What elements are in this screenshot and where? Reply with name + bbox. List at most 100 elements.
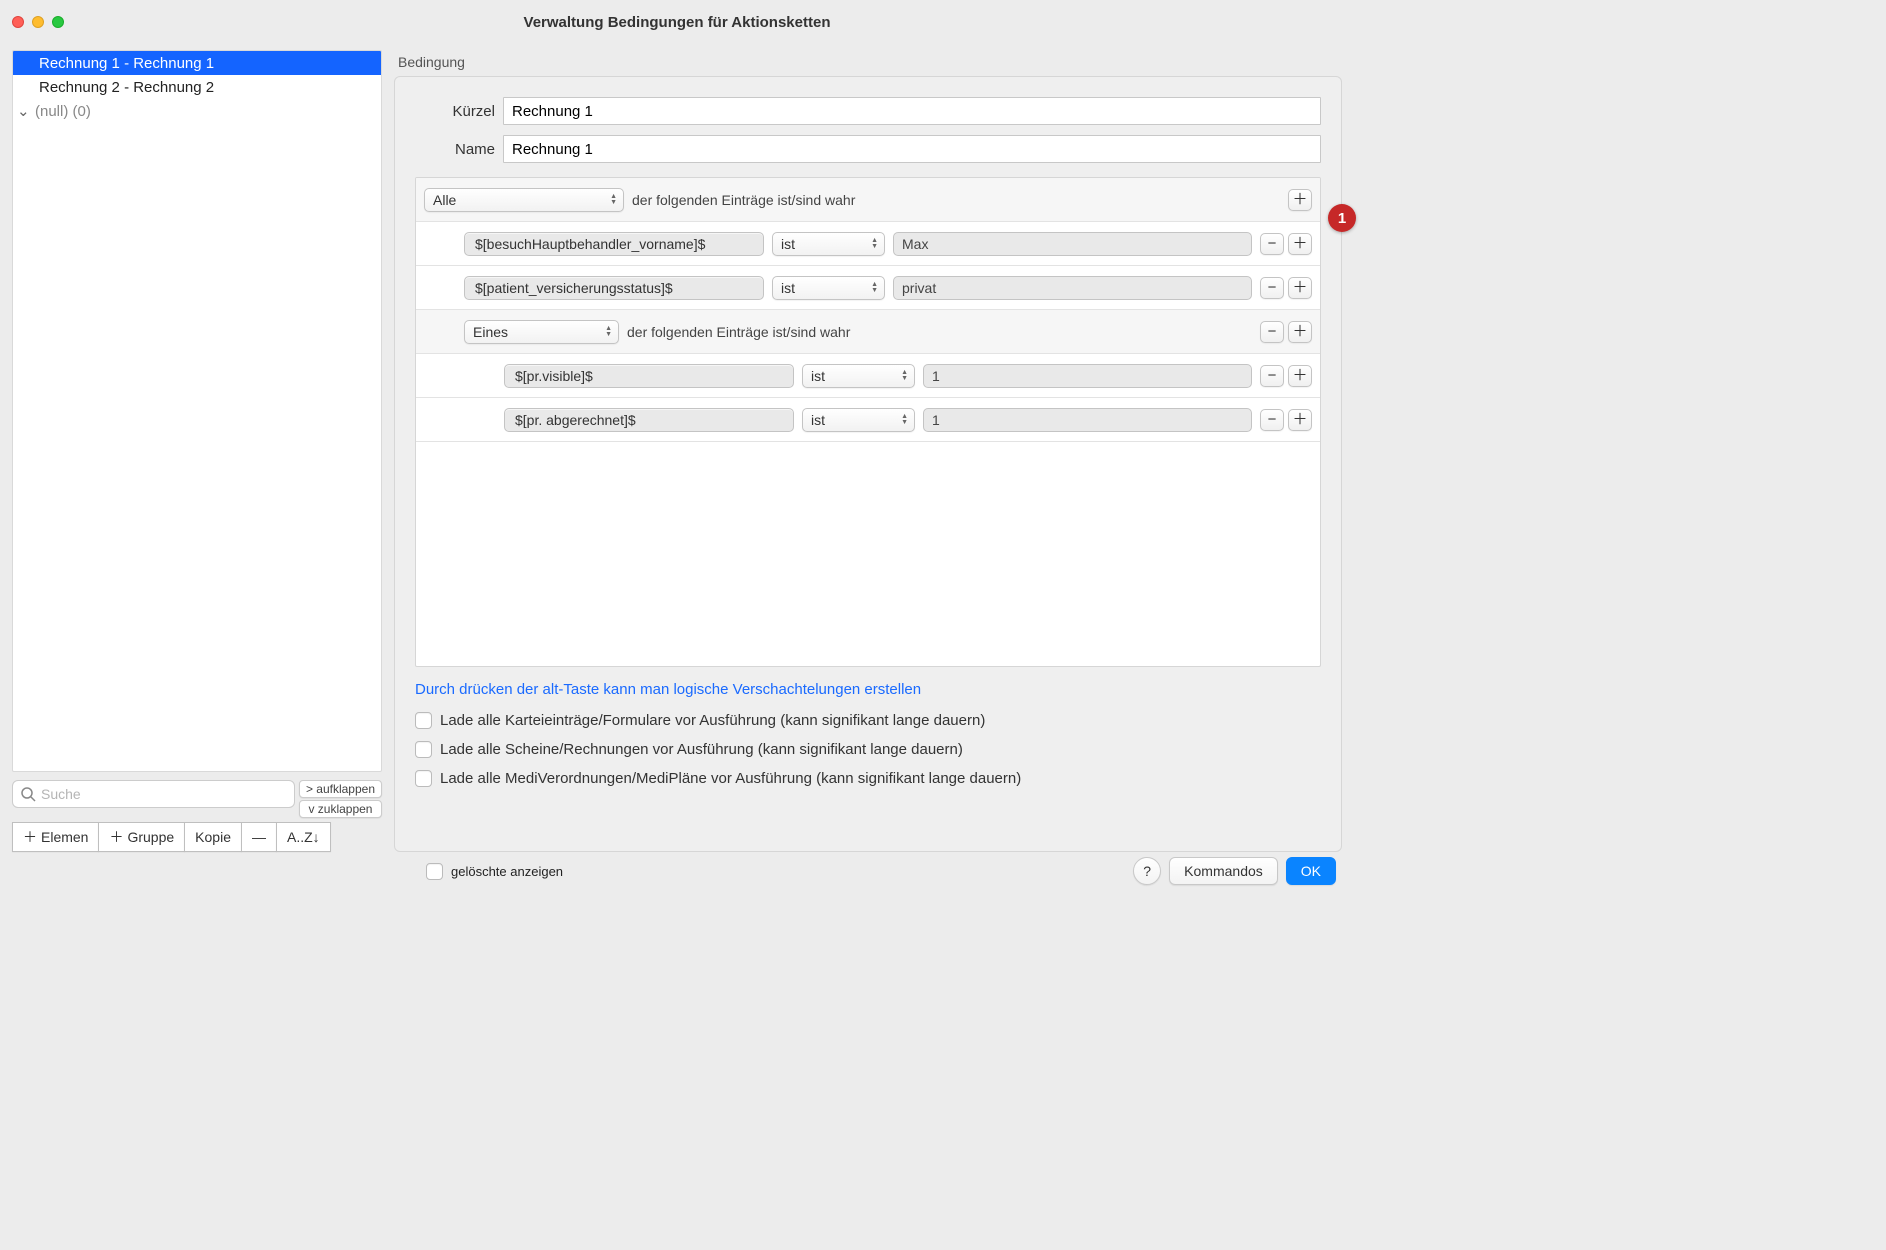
remove-button[interactable]: — [241,822,277,852]
add-condition-button[interactable]: ＋ [1288,189,1312,211]
field-token[interactable]: $[patient_versicherungsstatus]$ [464,276,764,300]
tree-item-rechnung2[interactable]: Rechnung 2 - Rechnung 2 [13,75,381,99]
kuerzel-input[interactable] [503,97,1321,125]
select-value: ist [811,412,825,428]
plus-icon: ＋ [109,827,123,847]
field-text: $[besuchHauptbehandler_vorname]$ [475,236,705,252]
group-suffix: der folgenden Einträge ist/sind wahr [627,324,850,340]
window: Verwaltung Bedingungen für Aktionsketten… [0,0,1354,896]
checkbox-load-medi[interactable] [415,770,432,787]
value-field[interactable]: privat [893,276,1252,300]
add-condition-button[interactable]: ＋ [1288,233,1312,255]
quantifier-select[interactable]: Eines ▲▼ [464,320,619,344]
search-icon [20,786,36,805]
value-text: privat [902,280,936,296]
sidebar: Rechnung 1 - Rechnung 1 Rechnung 2 - Rec… [12,44,382,852]
value-field[interactable]: 1 [923,408,1252,432]
main: Bedingung Kürzel Name Alle ▲▼ [394,44,1342,852]
checkbox-load-scheine[interactable] [415,741,432,758]
remove-condition-button[interactable]: − [1260,409,1284,431]
checkbox-label: Lade alle Karteieinträge/Formulare vor A… [440,712,985,729]
operator-select[interactable]: ist ▲▼ [802,408,915,432]
group-row-one[interactable]: Eines ▲▼ der folgenden Einträge ist/sind… [416,310,1320,354]
select-value: Eines [473,324,508,340]
checkbox-label: Lade alle MediVerordnungen/MediPläne vor… [440,770,1021,787]
quantifier-select[interactable]: Alle ▲▼ [424,188,624,212]
expand-all-button[interactable]: > aufklappen [299,780,382,798]
add-condition-button[interactable]: ＋ [1288,321,1312,343]
add-condition-button[interactable]: ＋ [1288,365,1312,387]
tree-item-label: Rechnung 2 - Rechnung 2 [39,79,214,96]
commands-button[interactable]: Kommandos [1169,857,1278,885]
tree[interactable]: Rechnung 1 - Rechnung 1 Rechnung 2 - Rec… [12,50,382,772]
field-text: $[pr. abgerechnet]$ [515,412,636,428]
remove-condition-button[interactable]: − [1260,277,1284,299]
copy-button[interactable]: Kopie [184,822,242,852]
condition-row[interactable]: $[patient_versicherungsstatus]$ ist ▲▼ p… [416,266,1320,310]
group-suffix: der folgenden Einträge ist/sind wahr [632,192,855,208]
footer: gelöschte anzeigen ? Kommandos OK [0,852,1354,896]
plus-icon: ＋ [23,827,37,847]
condition-row[interactable]: $[besuchHauptbehandler_vorname]$ ist ▲▼ … [416,222,1320,266]
add-condition-button[interactable]: ＋ [1288,277,1312,299]
stepper-icon: ▲▼ [901,370,908,382]
field-token[interactable]: $[pr.visible]$ [504,364,794,388]
group-row-all[interactable]: Alle ▲▼ der folgenden Einträge ist/sind … [416,178,1320,222]
name-input[interactable] [503,135,1321,163]
btn-label: Elemen [41,829,88,845]
section-label: Bedingung [398,54,1342,70]
kuerzel-label: Kürzel [415,103,495,120]
btn-label: Gruppe [127,829,174,845]
remove-condition-button[interactable]: − [1260,233,1284,255]
help-button[interactable]: ? [1133,857,1161,885]
value-text: 1 [932,368,940,384]
sidebar-toolbar: ＋ Elemen ＋ Gruppe Kopie — A..Z↓ [12,822,382,852]
select-value: ist [781,236,795,252]
select-value: ist [811,368,825,384]
badge-count: 1 [1328,204,1356,232]
tree-item-rechnung1[interactable]: Rechnung 1 - Rechnung 1 [13,51,381,75]
add-condition-button[interactable]: ＋ [1288,409,1312,431]
condition-row[interactable]: $[pr.visible]$ ist ▲▼ 1 − ＋ [416,354,1320,398]
search-input[interactable] [12,780,295,808]
tree-item-null-group[interactable]: ⌄ (null) (0) [13,99,381,123]
select-value: Alle [433,192,456,208]
collapse-all-button[interactable]: v zuklappen [299,800,382,818]
stepper-icon: ▲▼ [871,238,878,250]
body: Rechnung 1 - Rechnung 1 Rechnung 2 - Rec… [0,44,1354,852]
operator-select[interactable]: ist ▲▼ [772,276,885,300]
select-value: ist [781,280,795,296]
value-text: 1 [932,412,940,428]
operator-select[interactable]: ist ▲▼ [772,232,885,256]
remove-condition-button[interactable]: − [1260,365,1284,387]
field-token[interactable]: $[besuchHauptbehandler_vorname]$ [464,232,764,256]
checkbox-label: Lade alle Scheine/Rechnungen vor Ausführ… [440,741,963,758]
stepper-icon: ▲▼ [871,282,878,294]
field-token[interactable]: $[pr. abgerechnet]$ [504,408,794,432]
add-group-button[interactable]: ＋ Gruppe [98,822,185,852]
field-text: $[patient_versicherungsstatus]$ [475,280,673,296]
search-wrap [12,780,295,808]
tree-item-label: (null) (0) [35,103,91,120]
conditions-editor: Alle ▲▼ der folgenden Einträge ist/sind … [415,177,1321,667]
value-field[interactable]: Max [893,232,1252,256]
stepper-icon: ▲▼ [605,326,612,338]
condition-panel: Kürzel Name Alle ▲▼ der folgenden Einträ… [394,76,1342,852]
value-field[interactable]: 1 [923,364,1252,388]
window-title: Verwaltung Bedingungen für Aktionsketten [0,14,1354,31]
operator-select[interactable]: ist ▲▼ [802,364,915,388]
value-text: Max [902,236,928,252]
tree-item-label: Rechnung 1 - Rechnung 1 [39,55,214,72]
checkbox-load-kartei[interactable] [415,712,432,729]
sort-button[interactable]: A..Z↓ [276,822,331,852]
add-element-button[interactable]: ＋ Elemen [12,822,99,852]
condition-row[interactable]: $[pr. abgerechnet]$ ist ▲▼ 1 − ＋ [416,398,1320,442]
ok-button[interactable]: OK [1286,857,1336,885]
chevron-down-icon[interactable]: ⌄ [17,102,35,120]
remove-group-button[interactable]: − [1260,321,1284,343]
sidebar-bottom: > aufklappen v zuklappen ＋ Elemen ＋ Grup… [12,780,382,852]
checkbox-show-deleted[interactable] [426,863,443,880]
field-text: $[pr.visible]$ [515,368,593,384]
checkbox-label: gelöschte anzeigen [451,864,563,879]
alt-hint: Durch drücken der alt-Taste kann man log… [415,681,1321,698]
